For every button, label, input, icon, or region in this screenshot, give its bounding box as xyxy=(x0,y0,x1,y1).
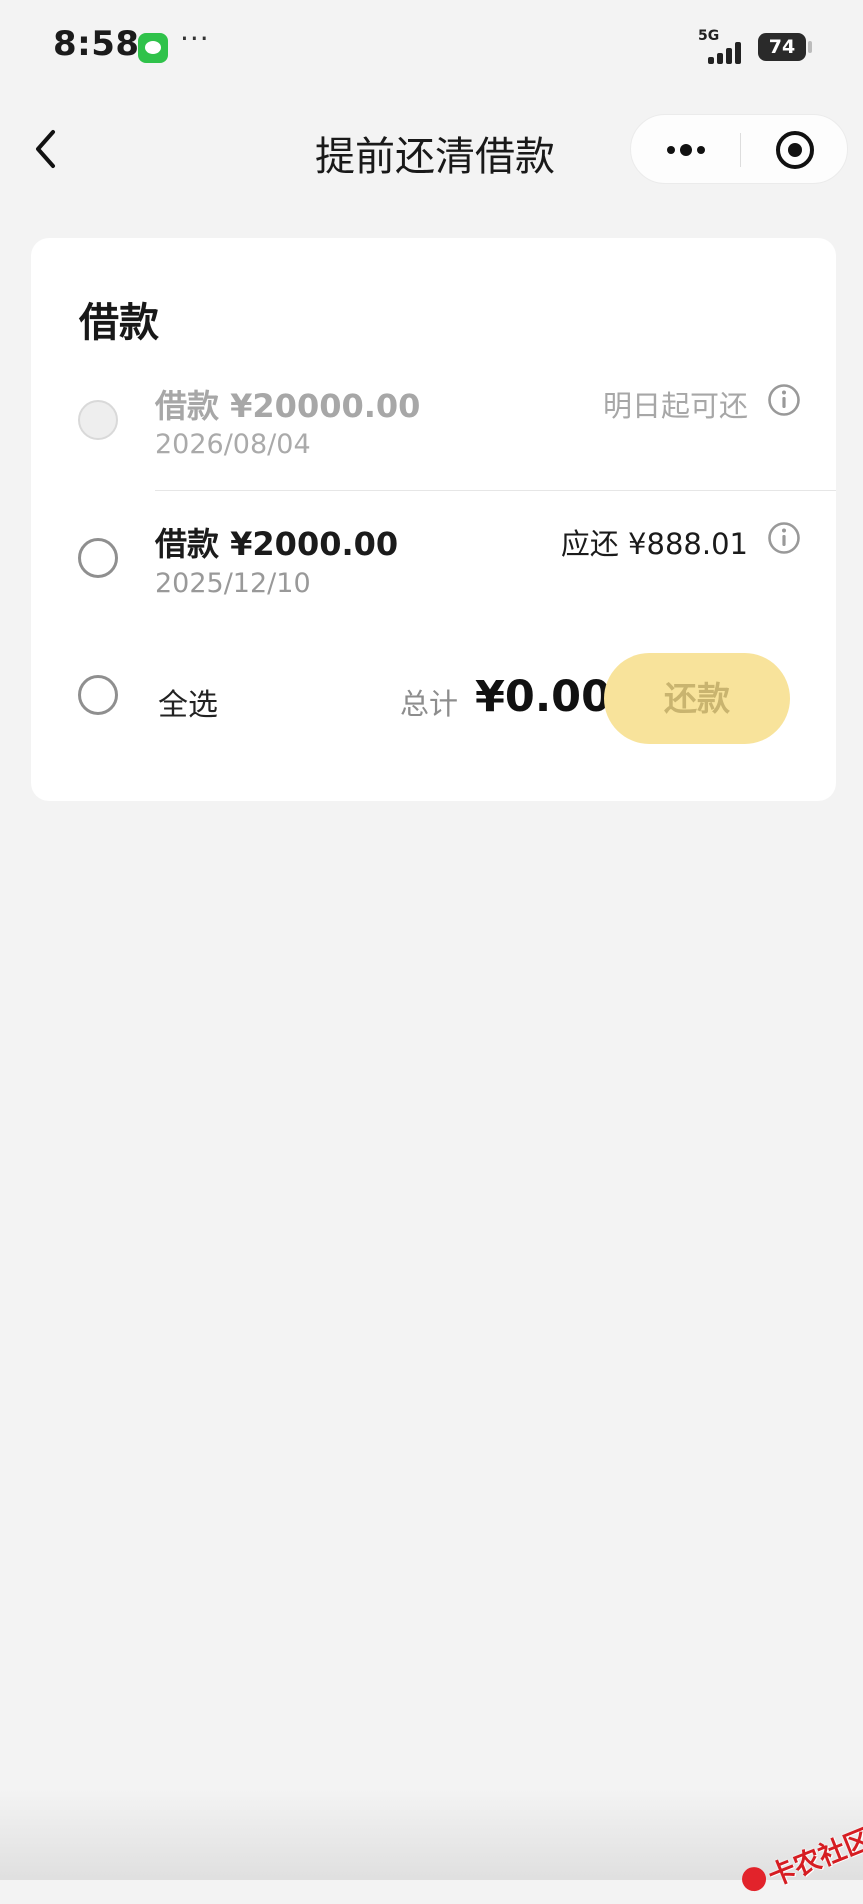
battery-icon: 74 xyxy=(758,33,812,61)
info-icon[interactable] xyxy=(767,521,801,555)
status-bar: 8:58 ··· 5G 74 xyxy=(0,0,863,96)
total-amount: ¥0.00 xyxy=(475,672,612,722)
loan-date: 2025/12/10 xyxy=(155,568,311,599)
more-status-icon: ··· xyxy=(180,22,210,55)
total-label: 总计 xyxy=(400,687,459,721)
target-icon[interactable] xyxy=(773,128,817,172)
signal-bars xyxy=(698,40,746,64)
repay-button[interactable]: 还款 xyxy=(604,653,790,744)
loan-radio[interactable] xyxy=(78,538,118,578)
section-title: 借款 xyxy=(79,300,159,346)
loan-date: 2026/08/04 xyxy=(155,429,311,460)
chevron-left-icon xyxy=(36,130,55,168)
miniapp-capsule xyxy=(630,114,848,184)
loan-card: 借款 借款 ¥20000.00 2026/08/04 明日起可还 借款 ¥200… xyxy=(31,238,836,801)
page-title: 提前还清借款 xyxy=(315,134,555,180)
loan-title: 借款 ¥2000.00 xyxy=(155,525,399,563)
cellular-signal-icon: 5G xyxy=(698,28,746,64)
navigation-bar: 提前还清借款 xyxy=(0,96,863,206)
loan-status: 应还 ¥888.01 xyxy=(560,527,748,561)
bottom-shade xyxy=(0,1790,863,1880)
loan-radio-disabled xyxy=(78,400,118,440)
more-dots-icon[interactable] xyxy=(659,128,713,172)
messages-icon xyxy=(138,33,168,63)
capsule-divider xyxy=(740,133,741,167)
back-button[interactable] xyxy=(28,124,68,174)
info-icon[interactable] xyxy=(767,383,801,417)
select-all-label: 全选 xyxy=(158,688,218,723)
loan-title: 借款 ¥20000.00 xyxy=(155,387,421,425)
status-time: 8:58 xyxy=(53,24,140,64)
row-divider xyxy=(155,490,836,491)
loan-status: 明日起可还 xyxy=(602,389,748,423)
select-all-radio[interactable] xyxy=(78,675,118,715)
